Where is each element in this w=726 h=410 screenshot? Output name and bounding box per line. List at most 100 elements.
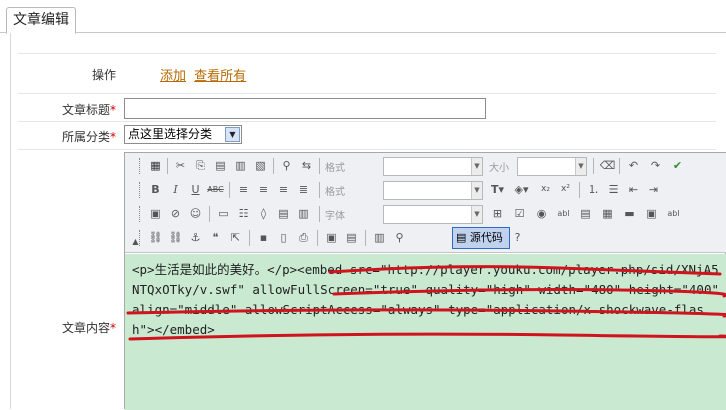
chevron-down-icon[interactable]: ▼ bbox=[471, 206, 482, 223]
indent-icon[interactable]: ⇥ bbox=[645, 181, 662, 198]
toolbar-separator bbox=[319, 182, 320, 198]
view-all-link[interactable]: 查看所有 bbox=[194, 69, 246, 84]
chevron-down-icon[interactable]: ▼ bbox=[471, 182, 482, 199]
editor-content-area[interactable]: <p>生活是如此的美好。</p><embed src="http://playe… bbox=[125, 254, 726, 410]
superscript-icon[interactable]: x² bbox=[557, 181, 574, 198]
toolbar-grip bbox=[139, 230, 142, 246]
form-icon[interactable]: ⊞ bbox=[489, 205, 506, 222]
format-combo-2[interactable]: ▼ bbox=[383, 181, 483, 200]
font-label: 字体 bbox=[325, 211, 345, 222]
toolbar-row-1: ▦ ✂ ⎘ ▤ ▥ ▧ ⚲ ⇆ 格式 ▼ 大小 ▼ ⌫ ↶ ↷ ✔ bbox=[139, 155, 719, 177]
subscript-icon[interactable]: x₂ bbox=[537, 181, 554, 198]
flash-icon[interactable]: ⊘ bbox=[167, 205, 184, 222]
show-blocks-icon[interactable]: ▤ bbox=[343, 229, 360, 246]
textfield-icon[interactable]: abl bbox=[555, 205, 572, 222]
new-page-icon[interactable]: ▯ bbox=[275, 229, 292, 246]
size-combo[interactable]: ▼ bbox=[517, 157, 587, 176]
paste-word-icon[interactable]: ▧ bbox=[252, 157, 269, 174]
toolbar-separator bbox=[167, 158, 168, 174]
align-right-icon[interactable]: ≡ bbox=[275, 181, 292, 198]
align-center-icon[interactable]: ≡ bbox=[255, 181, 272, 198]
category-select-value: 点这里选择分类 bbox=[128, 127, 213, 141]
toolbar-row-2: B I U ABC ≡ ≡ ≡ ≣ 格式 ▼ T▾ ◈▾ x₂ x² ⒈ ☰ ⇤… bbox=[139, 179, 719, 201]
toolbar-separator bbox=[319, 206, 320, 222]
toolbar-separator bbox=[317, 230, 318, 246]
hidden-field-icon[interactable]: abl bbox=[665, 205, 682, 222]
chevron-down-icon[interactable]: ▼ bbox=[575, 158, 586, 175]
operate-label: 操作 bbox=[91, 68, 116, 82]
radio-icon[interactable]: ◉ bbox=[533, 205, 550, 222]
help-icon[interactable]: ? bbox=[509, 229, 526, 246]
content-label: 文章内容* bbox=[61, 321, 116, 335]
templates-icon[interactable]: ▥ bbox=[371, 229, 388, 246]
select-all-icon[interactable]: ▦ bbox=[147, 157, 164, 174]
text-color-icon[interactable]: T▾ bbox=[489, 181, 506, 198]
align-left-icon[interactable]: ≡ bbox=[235, 181, 252, 198]
source-code-button[interactable]: ▤ 源代码 bbox=[452, 227, 510, 249]
table-icon[interactable]: ▭ bbox=[215, 205, 232, 222]
div-icon[interactable]: ⇱ bbox=[227, 229, 244, 246]
toolbar-separator bbox=[273, 158, 274, 174]
toolbar-row-3: ▣ ⊘ ☺ ▭ ☷ ◊ ▤ ▥ 字体 ▼ ⊞ ☑ ◉ abl ▤ ▦ ▬ ▣ a… bbox=[139, 203, 719, 225]
redo-icon[interactable]: ↷ bbox=[647, 157, 664, 174]
tab-bar: 文章编辑 bbox=[0, 0, 726, 34]
font-combo[interactable]: ▼ bbox=[383, 205, 483, 224]
italic-icon[interactable]: I bbox=[167, 181, 184, 198]
toolbar-separator bbox=[209, 206, 210, 222]
smiley-icon[interactable]: ☺ bbox=[187, 205, 204, 222]
source-code-text[interactable]: <p>生活是如此的美好。</p><embed src="http://playe… bbox=[132, 260, 722, 340]
bold-icon[interactable]: B bbox=[147, 181, 164, 198]
title-input[interactable] bbox=[124, 98, 486, 119]
anchor-icon[interactable]: ⚓ bbox=[187, 229, 204, 246]
outdent-icon[interactable]: ⇤ bbox=[625, 181, 642, 198]
strikethrough-icon[interactable]: ABC bbox=[207, 181, 224, 198]
category-select[interactable]: 点这里选择分类 ▼ bbox=[124, 125, 242, 144]
numbered-list-icon[interactable]: ⒈ bbox=[585, 181, 602, 198]
align-justify-icon[interactable]: ≣ bbox=[295, 181, 312, 198]
format-combo[interactable]: ▼ bbox=[383, 157, 483, 176]
background-color-icon[interactable]: ◈▾ bbox=[513, 181, 530, 198]
row-category bbox=[18, 121, 716, 149]
link-icon[interactable]: ⛓ bbox=[147, 229, 164, 246]
paste-icon[interactable]: ▤ bbox=[212, 157, 229, 174]
toolbar-separator bbox=[319, 158, 320, 174]
copy-icon[interactable]: ⎘ bbox=[192, 157, 209, 174]
save-icon[interactable]: ▪ bbox=[255, 229, 272, 246]
underline-icon[interactable]: U bbox=[187, 181, 204, 198]
page-break-icon[interactable]: ▤ bbox=[275, 205, 292, 222]
print-icon[interactable]: ⎙ bbox=[295, 229, 312, 246]
select-field-icon[interactable]: ▦ bbox=[599, 205, 616, 222]
spellcheck-icon[interactable]: ✔ bbox=[669, 157, 686, 174]
format-label-2: 格式 bbox=[325, 187, 345, 198]
checkbox-icon[interactable]: ☑ bbox=[511, 205, 528, 222]
unlink-icon[interactable]: ⛓ bbox=[167, 229, 184, 246]
tab-article-edit[interactable]: 文章编辑 bbox=[6, 7, 76, 34]
special-char-icon[interactable]: ◊ bbox=[255, 205, 272, 222]
chevron-down-icon[interactable]: ▼ bbox=[225, 127, 240, 142]
toolbar-separator bbox=[365, 230, 366, 246]
paste-text-icon[interactable]: ▥ bbox=[232, 157, 249, 174]
bullet-list-icon[interactable]: ☰ bbox=[605, 181, 622, 198]
add-link[interactable]: 添加 bbox=[160, 69, 186, 84]
iframe-icon[interactable]: ▥ bbox=[295, 205, 312, 222]
replace-icon[interactable]: ⇆ bbox=[298, 157, 315, 174]
undo-icon[interactable]: ↶ bbox=[625, 157, 642, 174]
eraser-icon[interactable]: ⌫ bbox=[599, 157, 616, 174]
source-code-label: 源代码 bbox=[469, 231, 503, 244]
quote-icon[interactable]: ❝ bbox=[207, 229, 224, 246]
toolbar-separator bbox=[249, 230, 250, 246]
cut-icon[interactable]: ✂ bbox=[172, 157, 189, 174]
image-button-icon[interactable]: ▣ bbox=[643, 205, 660, 222]
image-icon[interactable]: ▣ bbox=[147, 205, 164, 222]
textarea-icon[interactable]: ▤ bbox=[577, 205, 594, 222]
category-label: 所属分类* bbox=[61, 130, 116, 144]
toolbar-grip bbox=[139, 182, 142, 198]
chevron-down-icon[interactable]: ▼ bbox=[471, 158, 482, 175]
preview-icon[interactable]: ⚲ bbox=[391, 229, 408, 246]
toolbar-separator bbox=[579, 182, 580, 198]
maximize-icon[interactable]: ▣ bbox=[323, 229, 340, 246]
find-icon[interactable]: ⚲ bbox=[278, 157, 295, 174]
button-field-icon[interactable]: ▬ bbox=[621, 205, 638, 222]
horizontal-rule-icon[interactable]: ☷ bbox=[235, 205, 252, 222]
size-label: 大小 bbox=[489, 163, 509, 174]
